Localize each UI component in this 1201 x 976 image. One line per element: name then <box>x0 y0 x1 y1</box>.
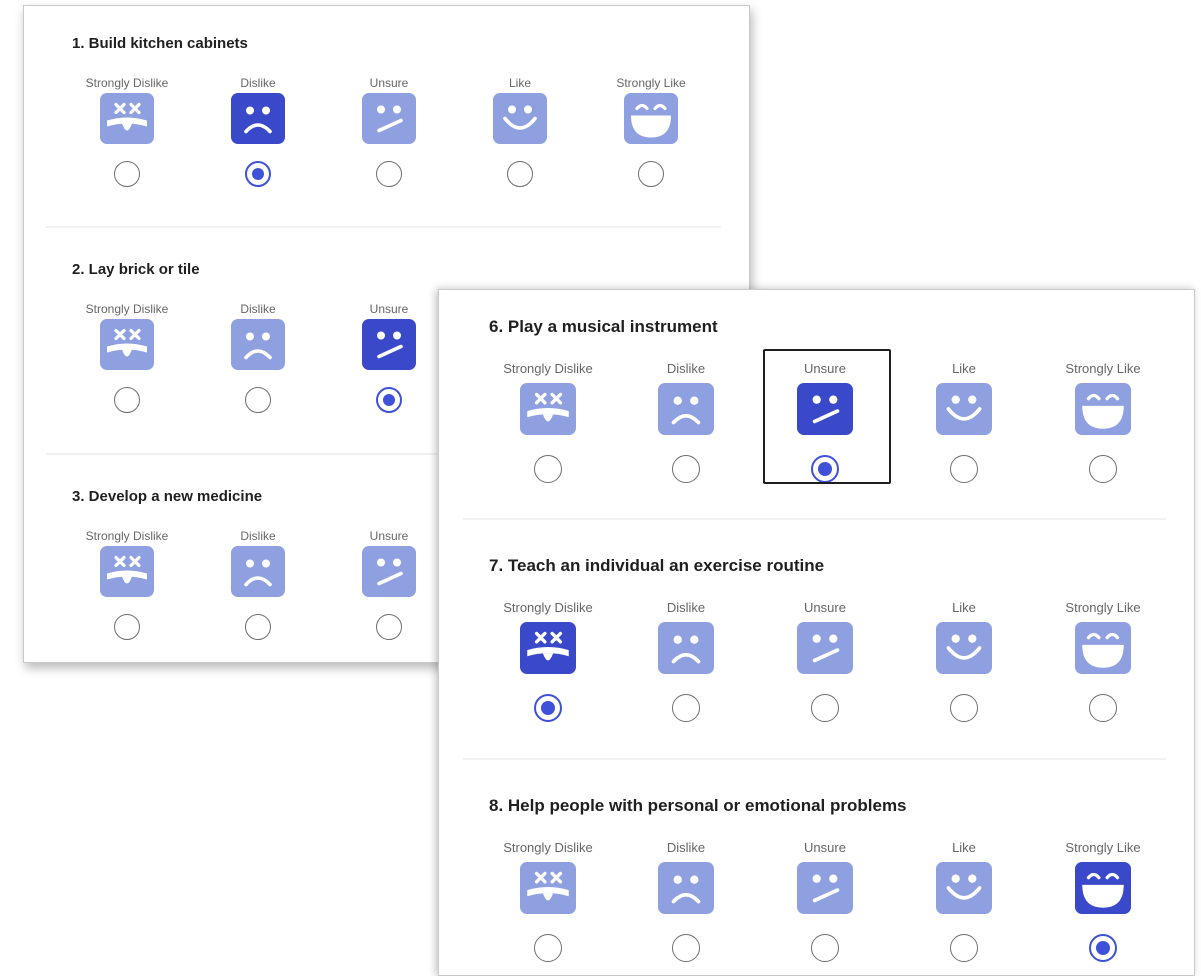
laughing-face-icon[interactable] <box>624 93 678 144</box>
radio-strongly-like[interactable] <box>1089 455 1117 483</box>
radio-dislike[interactable] <box>245 161 271 187</box>
option-label: Strongly Dislike <box>503 840 593 855</box>
radio-strongly-like[interactable] <box>1089 694 1117 722</box>
radio-like[interactable] <box>950 694 978 722</box>
question-title: 7. Teach an individual an exercise routi… <box>489 556 825 575</box>
question-title: 3. Develop a new medicine <box>72 488 263 505</box>
dizzy-face-icon[interactable] <box>520 383 576 435</box>
option-label: Strongly Like <box>1065 600 1141 615</box>
laughing-face-icon[interactable] <box>1075 862 1131 914</box>
radio-selected-dot <box>252 168 264 180</box>
radio-dislike[interactable] <box>672 694 700 722</box>
unsure-face-icon[interactable] <box>362 93 416 144</box>
option-label: Strongly Dislike <box>503 361 593 376</box>
radio-strongly-dislike[interactable] <box>114 614 140 640</box>
radio-unsure[interactable] <box>376 614 402 640</box>
option-label: Strongly Dislike <box>85 529 169 543</box>
dizzy-face-icon[interactable] <box>100 93 154 144</box>
radio-unsure[interactable] <box>376 387 402 413</box>
question-8: 8. Help people with personal or emotiona… <box>439 796 1194 975</box>
dizzy-face-icon[interactable] <box>520 622 576 674</box>
unsure-face-icon[interactable] <box>797 862 853 914</box>
option-label: Dislike <box>666 361 706 376</box>
radio-strongly-dislike[interactable] <box>114 161 140 187</box>
unsure-face-icon[interactable] <box>362 319 416 370</box>
radio-strongly-like[interactable] <box>638 161 664 187</box>
radio-dislike[interactable] <box>245 614 271 640</box>
dizzy-face-icon[interactable] <box>100 319 154 370</box>
smile-face-icon[interactable] <box>936 622 992 674</box>
radio-strongly-dislike[interactable] <box>114 387 140 413</box>
laughing-face-icon[interactable] <box>1075 383 1131 435</box>
focus-outline <box>763 349 891 484</box>
option-label: Dislike <box>666 840 706 855</box>
radio-unsure[interactable] <box>811 694 839 722</box>
question-title: 6. Play a musical instrument <box>489 317 718 336</box>
option-label: Unsure <box>369 529 409 543</box>
sad-face-icon[interactable] <box>658 862 714 914</box>
smile-face-icon[interactable] <box>493 93 547 144</box>
radio-like[interactable] <box>507 161 533 187</box>
radio-selected-dot <box>383 394 395 406</box>
question-title: 1. Build kitchen cabinets <box>72 35 248 52</box>
option-label: Like <box>508 76 531 90</box>
radio-unsure[interactable] <box>811 934 839 962</box>
sad-face-icon[interactable] <box>658 622 714 674</box>
divider <box>46 226 721 228</box>
sad-face-icon[interactable] <box>658 383 714 435</box>
radio-strongly-like[interactable] <box>1089 934 1117 962</box>
option-label: Strongly Like <box>1065 361 1141 376</box>
radio-dislike[interactable] <box>672 934 700 962</box>
option-label: Strongly Dislike <box>85 76 169 90</box>
radio-dislike[interactable] <box>672 455 700 483</box>
question-7: 7. Teach an individual an exercise routi… <box>439 556 1194 756</box>
radio-strongly-dislike[interactable] <box>534 694 562 722</box>
option-label: Strongly Like <box>1065 840 1141 855</box>
option-label: Dislike <box>240 529 276 543</box>
sad-face-icon[interactable] <box>231 319 285 370</box>
radio-like[interactable] <box>950 934 978 962</box>
option-label: Strongly Dislike <box>85 302 169 316</box>
option-label: Unsure <box>804 600 846 615</box>
dizzy-face-icon[interactable] <box>520 862 576 914</box>
sad-face-icon[interactable] <box>231 546 285 597</box>
dizzy-face-icon[interactable] <box>100 546 154 597</box>
radio-selected-dot <box>1096 941 1110 955</box>
unsure-face-icon[interactable] <box>362 546 416 597</box>
option-label: Dislike <box>666 600 706 615</box>
unsure-face-icon[interactable] <box>797 622 853 674</box>
smile-face-icon[interactable] <box>936 383 992 435</box>
option-label: Unsure <box>369 302 409 316</box>
question-title: 2. Lay brick or tile <box>72 261 200 278</box>
option-label: Dislike <box>240 302 276 316</box>
option-label: Like <box>952 361 976 376</box>
option-label: Unsure <box>369 76 409 90</box>
radio-strongly-dislike[interactable] <box>534 455 562 483</box>
option-label: Strongly Dislike <box>503 600 593 615</box>
radio-unsure[interactable] <box>376 161 402 187</box>
divider <box>463 518 1166 520</box>
option-label: Strongly Like <box>616 76 686 90</box>
option-label: Like <box>952 840 976 855</box>
radio-strongly-dislike[interactable] <box>534 934 562 962</box>
option-label: Unsure <box>804 840 846 855</box>
question-title: 8. Help people with personal or emotiona… <box>489 796 907 815</box>
laughing-face-icon[interactable] <box>1075 622 1131 674</box>
question-1: 1. Build kitchen cabinets Strongly Disli… <box>24 35 749 225</box>
radio-like[interactable] <box>950 455 978 483</box>
sad-face-icon[interactable] <box>231 93 285 144</box>
questionnaire-card-front: 6. Play a musical instrument Strongly Di… <box>438 289 1195 976</box>
smile-face-icon[interactable] <box>936 862 992 914</box>
option-label: Dislike <box>240 76 276 90</box>
question-6: 6. Play a musical instrument Strongly Di… <box>439 317 1194 517</box>
radio-dislike[interactable] <box>245 387 271 413</box>
divider <box>463 758 1166 760</box>
radio-selected-dot <box>541 701 555 715</box>
option-label: Like <box>952 600 976 615</box>
